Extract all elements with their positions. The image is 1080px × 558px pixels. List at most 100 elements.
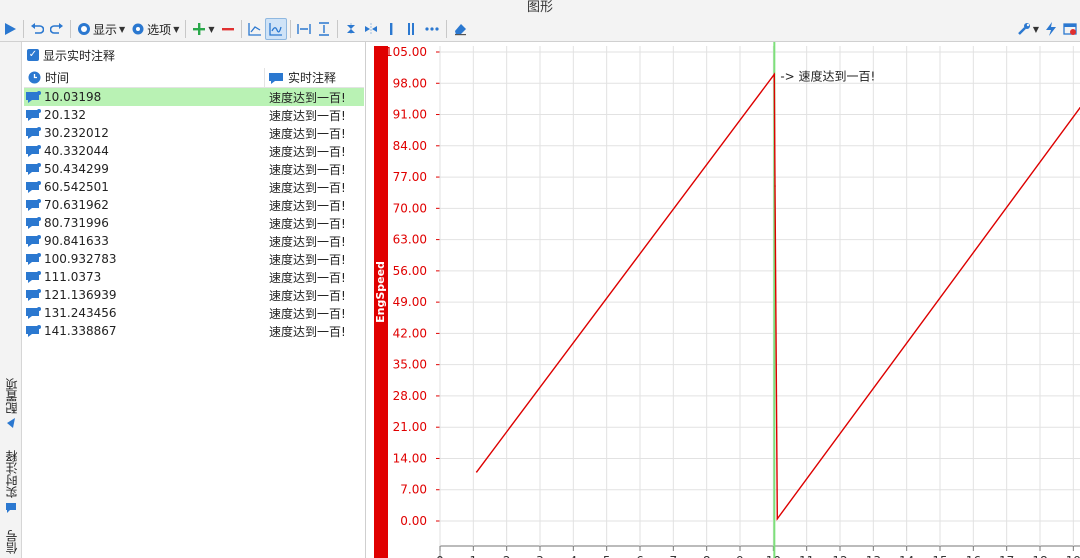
fit-vertical-button[interactable]: [314, 18, 334, 40]
play-icon: [5, 23, 16, 35]
x-tick-label: 1: [470, 554, 478, 558]
undo-icon: [31, 23, 44, 34]
note-cell: 速度达到一百!: [269, 126, 346, 141]
column-header-time-label: 时间: [45, 71, 70, 85]
y-tick-label: 84.00: [393, 139, 427, 153]
comment-icon: [26, 199, 41, 211]
time-cell: 131.243456: [24, 306, 264, 320]
table-row[interactable]: 50.434299 速度达到一百!: [24, 160, 364, 178]
time-cell: 121.136939: [24, 288, 264, 302]
chevron-down-icon: ▼: [208, 24, 215, 34]
y-tick-label: 98.00: [393, 76, 427, 90]
comment-icon: [26, 235, 41, 247]
note-cell: 速度达到一百!: [269, 288, 346, 303]
comment-icon: [26, 253, 41, 265]
x-tick-label: 16: [966, 554, 981, 558]
table-row[interactable]: 60.542501 速度达到一百!: [24, 178, 364, 196]
table-row[interactable]: 141.338867 速度达到一百!: [24, 322, 364, 340]
tab-signal[interactable]: 信号: [0, 530, 22, 554]
y-tick-label: 7.00: [400, 483, 427, 497]
zoom-in-button[interactable]: [341, 18, 361, 40]
double-cursor-button[interactable]: [401, 18, 421, 40]
series-point: [475, 471, 478, 473]
note-cell: 速度达到一百!: [269, 270, 346, 285]
add-button[interactable]: ▼: [189, 18, 217, 40]
tab-annotations-label: 实时注释: [4, 450, 19, 498]
eraser-button[interactable]: [450, 18, 470, 40]
toolbar-divider: [445, 20, 447, 38]
tools-menu-button[interactable]: ▼: [1014, 18, 1042, 40]
table-row[interactable]: 20.132 速度达到一百!: [24, 106, 364, 124]
cursor-arrow-icon: [7, 418, 15, 428]
note-cell: 速度达到一百!: [269, 234, 346, 249]
remove-button[interactable]: [218, 18, 238, 40]
table-row[interactable]: 131.243456 速度达到一百!: [24, 304, 364, 322]
table-row[interactable]: 30.232012 速度达到一百!: [24, 124, 364, 142]
redo-button[interactable]: [47, 18, 67, 40]
y-axis-label: EngSpeed: [374, 261, 387, 323]
y-tick-label: 63.00: [393, 233, 427, 247]
engspeed-chart[interactable]: EngSpeed105.0098.0091.0084.0077.0070.006…: [367, 42, 1080, 558]
column-header-note[interactable]: 实时注释: [264, 67, 336, 88]
options-menu-button[interactable]: 选项 ▼: [128, 18, 182, 40]
table-row[interactable]: 100.932783 速度达到一百!: [24, 250, 364, 268]
note-cell: 速度达到一百!: [269, 90, 346, 105]
y-tick-label: 42.00: [393, 326, 427, 340]
double-cursor-icon: [407, 23, 414, 35]
time-cell: 40.332044: [24, 144, 264, 158]
toolbar: 显示 ▼ 选项 ▼ ▼ ▼: [0, 17, 1080, 42]
x-tick-label: 14: [899, 554, 914, 558]
time-cell: 80.731996: [24, 216, 264, 230]
fit-horizontal-button[interactable]: [294, 18, 314, 40]
note-cell: 速度达到一百!: [269, 180, 346, 195]
comment-icon: [26, 325, 41, 337]
tab-config[interactable]: 配置项: [0, 378, 22, 429]
comment-icon: [269, 72, 283, 84]
table-row[interactable]: 80.731996 速度达到一百!: [24, 214, 364, 232]
more-button[interactable]: [421, 18, 443, 40]
zoom-in-icon: [346, 23, 355, 35]
column-header-time[interactable]: 时间: [24, 69, 264, 86]
window-button[interactable]: [1060, 18, 1080, 40]
zoom-out-button[interactable]: [361, 18, 381, 40]
play-button[interactable]: [0, 18, 20, 40]
time-cell: 10.03198: [24, 90, 264, 104]
display-menu-label: 显示: [93, 22, 118, 37]
y-tick-label: 105.00: [385, 45, 427, 59]
undo-button[interactable]: [27, 18, 47, 40]
series-point: [773, 73, 776, 76]
side-tab-strip: 配置项 实时注释 信号: [0, 42, 22, 558]
time-cell: 20.132: [24, 108, 264, 122]
note-cell: 速度达到一百!: [269, 108, 346, 123]
chevron-down-icon: ▼: [173, 24, 180, 34]
y-tick-label: 77.00: [393, 170, 427, 184]
display-menu-button[interactable]: 显示 ▼: [74, 18, 128, 40]
comment-icon: [26, 163, 41, 175]
table-row[interactable]: 90.841633 速度达到一百!: [24, 232, 364, 250]
line-chart-button[interactable]: [245, 18, 265, 40]
flash-button[interactable]: [1042, 18, 1060, 40]
table-row[interactable]: 70.631962 速度达到一百!: [24, 196, 364, 214]
toolbar-divider: [185, 20, 187, 38]
x-tick-label: 4: [570, 554, 578, 558]
note-cell: 速度达到一百!: [269, 162, 346, 177]
search-icon: [78, 23, 90, 35]
table-row[interactable]: 10.03198 速度达到一百!: [24, 88, 364, 106]
checkmark-icon[interactable]: ✓: [27, 49, 39, 61]
table-row[interactable]: 111.0373 速度达到一百!: [24, 268, 364, 286]
wave-chart-button[interactable]: [264, 18, 287, 40]
table-row[interactable]: 40.332044 速度达到一百!: [24, 142, 364, 160]
tab-annotations[interactable]: 实时注释: [0, 450, 22, 513]
show-annotations-label: 显示实时注释: [43, 48, 116, 63]
single-cursor-button[interactable]: [381, 18, 401, 40]
chart-area[interactable]: EngSpeed 105.00 98.00 91.00 84.00 77.00 70.00 6…: [367, 42, 1080, 558]
show-annotations-toggle[interactable]: ✓ 显示实时注释: [27, 47, 115, 63]
x-tick-label: 8: [703, 554, 711, 558]
comment-icon: [6, 503, 16, 513]
chevron-down-icon: ▼: [119, 24, 126, 34]
table-row[interactable]: 121.136939 速度达到一百!: [24, 286, 364, 304]
toolbar-divider: [23, 20, 24, 38]
series-line: [476, 72, 1080, 521]
note-cell: 速度达到一百!: [269, 306, 346, 321]
table-header: 时间 实时注释: [24, 67, 364, 88]
